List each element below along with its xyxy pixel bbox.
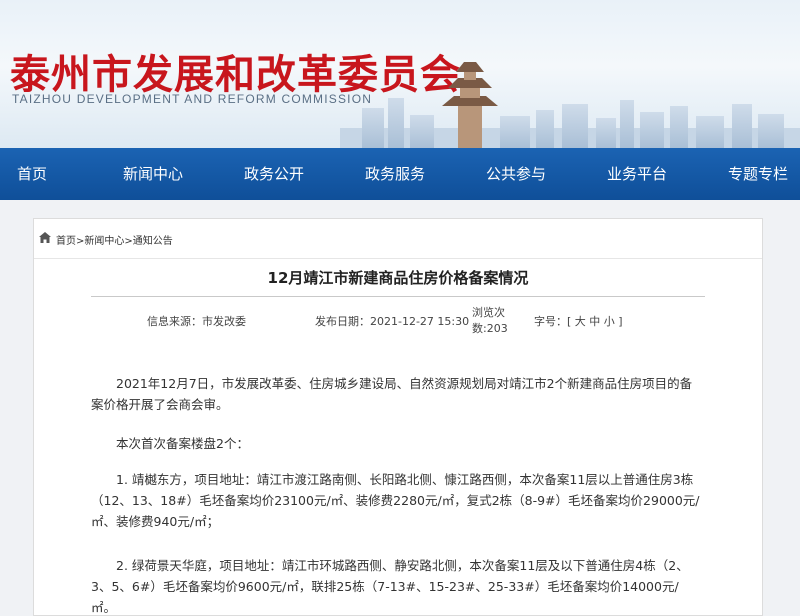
font-size-selector[interactable]: 字号：[ 大 中 小 ]	[534, 313, 623, 329]
breadcrumb-separator: >	[124, 236, 133, 247]
article-card: 首页>新闻中心>通知公告 12月靖江市新建商品住房价格备案情况 信息来源：市发改…	[33, 218, 763, 616]
view-count: 浏览次数:203	[472, 306, 508, 335]
nav-item-gov-services[interactable]: 政务服务	[365, 148, 425, 200]
site-subtitle: TAIZHOU DEVELOPMENT AND REFORM COMMISSIO…	[12, 92, 373, 106]
site-header: 泰州市发展和改革委员会 TAIZHOU DEVELOPMENT AND REFO…	[0, 0, 800, 148]
article-paragraph: 2. 绿荷景天华庭，项目地址：靖江市环城路西侧、静安路北侧，本次备案11层及以下…	[91, 558, 689, 615]
article-title: 12月靖江市新建商品住房价格备案情况	[267, 269, 529, 287]
article-paragraph: 本次首次备案楼盘2个：	[116, 436, 249, 451]
breadcrumb-trail: 首页>新闻中心>通知公告	[56, 232, 173, 247]
info-source: 信息来源：市发改委	[147, 315, 246, 328]
article-paragraph: 2021年12月7日，市发展改革委、住房城乡建设局、自然资源规划局对靖江市2个新…	[91, 376, 693, 412]
home-icon	[39, 232, 51, 243]
main-nav: 首页 新闻中心 政务公开 政务服务 公共参与 业务平台 专题专栏	[0, 148, 800, 200]
nav-item-business-platform[interactable]: 业务平台	[607, 148, 667, 200]
breadcrumb-news[interactable]: 新闻中心	[84, 236, 124, 247]
nav-item-news[interactable]: 新闻中心	[123, 148, 183, 200]
breadcrumb-notice[interactable]: 通知公告	[133, 236, 173, 247]
publish-date: 发布日期：2021-12-27 15:30	[315, 315, 470, 328]
city-skyline-image	[340, 62, 800, 148]
nav-item-home[interactable]: 首页	[17, 148, 47, 200]
nav-item-gov-affairs-open[interactable]: 政务公开	[244, 148, 304, 200]
article-paragraph: 1. 靖樾东方，项目地址：靖江市渡江路南侧、长阳路北侧、慷江路西侧，本次备案11…	[91, 472, 700, 529]
nav-item-special-topics[interactable]: 专题专栏	[728, 148, 788, 200]
breadcrumb: 首页>新闻中心>通知公告	[34, 219, 762, 259]
nav-item-public-participation[interactable]: 公共参与	[486, 148, 546, 200]
breadcrumb-home[interactable]: 首页	[56, 236, 76, 247]
title-divider	[91, 296, 705, 297]
